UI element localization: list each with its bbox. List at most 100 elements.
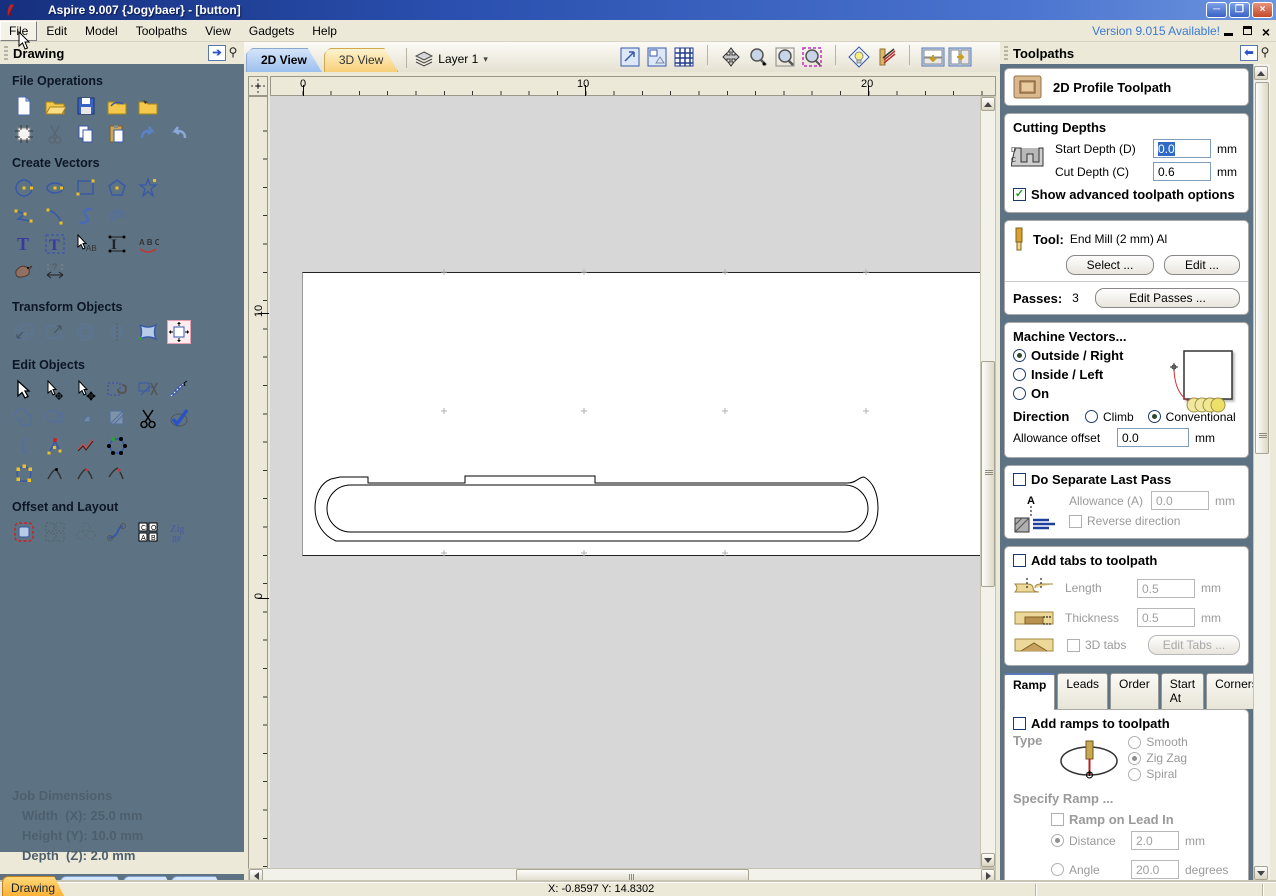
boolean-intersect-icon[interactable] (74, 406, 98, 430)
vector-validator-icon[interactable] (167, 406, 191, 430)
copy-icon[interactable] (74, 122, 98, 146)
menu-gadgets[interactable]: Gadgets (240, 21, 303, 41)
toggle-material-icon[interactable] (874, 45, 898, 69)
radio-outside-right[interactable] (1013, 349, 1026, 362)
scroll-up-icon[interactable] (1254, 66, 1268, 80)
draw-polyline-icon[interactable] (12, 204, 36, 228)
cut-depth-field[interactable]: 0.6 (1153, 162, 1211, 181)
scroll-down-icon[interactable] (981, 853, 995, 867)
node-edit-tool-icon[interactable] (43, 378, 67, 402)
tool-edit-button[interactable]: Edit ... (1164, 255, 1240, 275)
vscroll-thumb[interactable] (981, 361, 995, 587)
redo-icon[interactable] (167, 122, 191, 146)
panel-pin-icon[interactable]: ⚲ (226, 45, 240, 61)
hscroll-thumb[interactable] (516, 869, 749, 883)
radio-conventional[interactable] (1147, 410, 1161, 423)
draw-circle-icon[interactable] (12, 176, 36, 200)
add-tabs-checkbox[interactable] (1013, 554, 1026, 567)
close-button[interactable]: × (1252, 2, 1273, 18)
tool-select-button[interactable]: Select ... (1066, 255, 1154, 275)
edit-passes-button[interactable]: Edit Passes ... (1095, 288, 1240, 308)
zoom-selection-icon[interactable] (645, 45, 669, 69)
last-pass-checkbox[interactable] (1013, 473, 1026, 486)
open-file-icon[interactable] (43, 94, 67, 118)
draw-arc-icon[interactable] (43, 204, 67, 228)
draw-curve-icon[interactable] (74, 204, 98, 228)
tab-2d-view[interactable]: 2D View (246, 48, 322, 72)
scale-selection-icon[interactable] (43, 320, 67, 344)
radio-inside-left[interactable] (1013, 368, 1026, 381)
tab-leads[interactable]: Leads (1057, 673, 1109, 709)
draw-star-icon[interactable] (136, 176, 160, 200)
draw-ellipse-icon[interactable] (43, 176, 67, 200)
menu-help[interactable]: Help (303, 21, 346, 41)
advanced-options-checkbox[interactable]: ✓ (1013, 188, 1026, 201)
panel-slide-icon[interactable]: ⬅ (1240, 45, 1258, 61)
paste-icon[interactable] (105, 122, 129, 146)
vector-trim-icon[interactable] (136, 406, 160, 430)
panel-grip[interactable] (1004, 46, 1008, 60)
array-copy-icon[interactable] (43, 520, 67, 544)
align-center-icon[interactable] (74, 320, 98, 344)
panel-pin-icon[interactable]: ⚲ (1258, 45, 1272, 61)
join-curve-icon[interactable] (105, 462, 129, 486)
import-vectors-icon[interactable] (105, 94, 129, 118)
distort-icon[interactable] (136, 320, 160, 344)
move-tool-icon[interactable] (74, 378, 98, 402)
toggle-grid-icon[interactable] (672, 45, 696, 69)
circular-copy-icon[interactable] (74, 520, 98, 544)
import-bitmap-icon[interactable] (136, 94, 160, 118)
trace-bitmap-icon[interactable] (12, 260, 36, 284)
mdi-restore-button[interactable] (1241, 24, 1253, 40)
mdi-close-button[interactable]: × (1260, 24, 1272, 40)
scroll-left-icon[interactable] (249, 869, 263, 883)
button-inner-vector[interactable] (326, 484, 869, 533)
join-move-icon[interactable] (43, 462, 67, 486)
fit-curves-icon[interactable] (12, 434, 36, 458)
version-available-link[interactable]: Version 9.015 Available! (1092, 24, 1220, 38)
add-ramps-checkbox[interactable] (1013, 717, 1026, 730)
toolpaths-scrollbar[interactable] (1253, 64, 1270, 882)
block-layout-icon[interactable]: COAB (136, 520, 160, 544)
save-file-icon[interactable] (74, 94, 98, 118)
scroll-up-icon[interactable] (981, 97, 995, 111)
smooth-vector-icon[interactable] (74, 434, 98, 458)
group-objects-icon[interactable] (105, 378, 129, 402)
nesting-icon[interactable]: Zig ge (167, 520, 191, 544)
draw-text-icon[interactable]: T (12, 232, 36, 256)
dimension-icon[interactable]: ? (43, 260, 67, 284)
text-on-curve-icon[interactable]: A B C (136, 232, 160, 256)
boolean-weld-icon[interactable] (12, 406, 36, 430)
restore-button[interactable]: ❒ (1229, 2, 1250, 18)
zoom-box-icon[interactable] (800, 45, 824, 69)
align-objects-icon[interactable] (167, 320, 191, 344)
button-outer-vector[interactable] (314, 475, 879, 542)
scroll-right-icon[interactable] (981, 869, 995, 883)
tile-windows-horizontal-icon[interactable] (921, 45, 945, 69)
toggle-shading-icon[interactable] (847, 45, 871, 69)
menu-edit[interactable]: Edit (37, 21, 76, 41)
allowance-offset-field[interactable]: 0.0 (1117, 428, 1189, 447)
mdi-minimize-button[interactable] (1222, 24, 1234, 40)
boolean-trim-icon[interactable] (105, 406, 129, 430)
layer-selector[interactable]: Layer 1 ▾ (415, 51, 488, 67)
boolean-subtract-icon[interactable] (43, 406, 67, 430)
mirror-selection-icon[interactable] (105, 320, 129, 344)
zoom-in-icon[interactable] (746, 45, 770, 69)
move-selection-icon[interactable] (12, 320, 36, 344)
panel-grip[interactable] (4, 46, 8, 60)
undo-icon[interactable] (136, 122, 160, 146)
select-tool-icon[interactable] (12, 378, 36, 402)
text-box-icon[interactable]: T (43, 232, 67, 256)
tile-windows-vertical-icon[interactable] (948, 45, 972, 69)
tab-3d-view[interactable]: 3D View (324, 48, 398, 72)
join-line-icon[interactable] (74, 462, 98, 486)
pan-tool-icon[interactable] (719, 45, 743, 69)
draw-polygon-icon[interactable] (105, 176, 129, 200)
tab-drawing[interactable]: Drawing (2, 876, 66, 896)
text-spacing-icon[interactable]: I (105, 232, 129, 256)
rscroll-thumb[interactable] (1255, 82, 1269, 454)
radio-climb[interactable] (1085, 410, 1098, 423)
minimize-button[interactable]: ─ (1206, 2, 1227, 18)
job-setup-icon[interactable] (12, 122, 36, 146)
